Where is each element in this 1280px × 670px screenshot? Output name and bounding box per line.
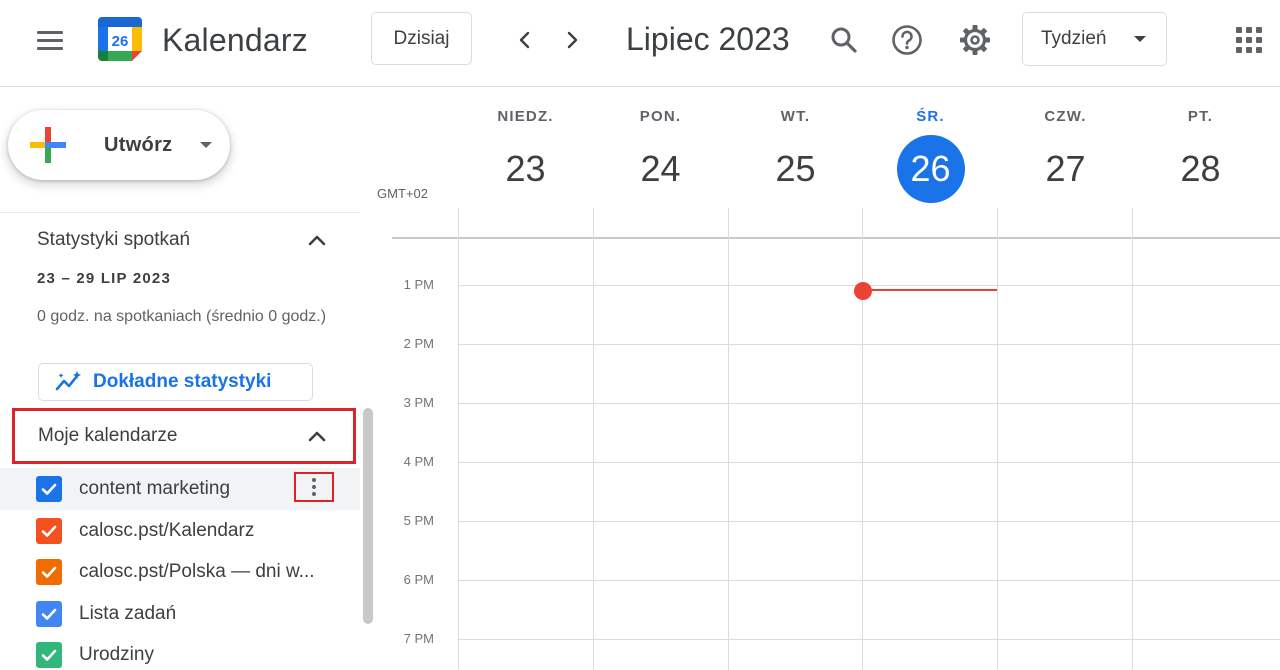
- day-name: CZW.: [1044, 108, 1087, 125]
- current-time-line: [863, 289, 997, 291]
- day-header: PT. 28: [1133, 105, 1268, 203]
- caret-down-icon: [200, 142, 212, 148]
- detailed-stats-button[interactable]: Dokładne statystyki: [38, 363, 313, 401]
- hour-label: 5 PM: [403, 513, 434, 528]
- day-number[interactable]: 24: [627, 135, 695, 203]
- day-column-divider: [1132, 208, 1133, 670]
- hour-line: [458, 403, 1280, 404]
- calendar-item[interactable]: calosc.pst/Kalendarz: [0, 510, 360, 552]
- sidebar-divider: [0, 212, 360, 213]
- hour-label: 2 PM: [403, 336, 434, 351]
- day-number[interactable]: 26: [896, 135, 965, 203]
- week-grid[interactable]: 1 PM 2 PM 3 PM 4 PM 5 PM 6 PM 7 PM: [392, 208, 1280, 670]
- gear-icon[interactable]: [954, 19, 996, 61]
- all-day-separator: [392, 237, 1280, 239]
- calendar-item-label: calosc.pst/Polska — dni w...: [79, 561, 315, 582]
- plus-icon: [30, 127, 66, 163]
- hour-line: [458, 580, 1280, 581]
- hour-label: 3 PM: [403, 395, 434, 410]
- hour-line: [458, 462, 1280, 463]
- logo-day-number: 26: [112, 33, 129, 50]
- hour-line: [458, 521, 1280, 522]
- day-name: PON.: [639, 108, 682, 125]
- day-name: PT.: [1187, 108, 1214, 125]
- app-title: Kalendarz: [162, 22, 308, 58]
- day-column-divider: [997, 208, 998, 670]
- calendar-item[interactable]: Urodziny: [0, 634, 360, 670]
- day-column-divider: [728, 208, 729, 670]
- chevron-up-icon[interactable]: [305, 228, 329, 252]
- create-button[interactable]: Utwórz: [8, 110, 230, 180]
- day-number[interactable]: 28: [1167, 135, 1235, 203]
- meeting-stats-summary: 0 godz. na spotkaniach (średnio 0 godz.): [37, 308, 327, 325]
- chevron-right-icon[interactable]: [554, 22, 590, 58]
- hour-label: 4 PM: [403, 454, 434, 469]
- calendar-item[interactable]: calosc.pst/Polska — dni w...: [0, 551, 360, 593]
- calendar-item-label: calosc.pst/Kalendarz: [79, 520, 255, 541]
- view-select[interactable]: Tydzień: [1022, 12, 1167, 66]
- day-name: WT.: [780, 108, 811, 125]
- checkbox-checked-icon[interactable]: [36, 518, 62, 544]
- day-name: ŚR.: [916, 108, 945, 125]
- chevron-left-icon[interactable]: [507, 22, 543, 58]
- day-header: PON. 24: [593, 105, 728, 203]
- day-header: WT. 25: [728, 105, 863, 203]
- current-time-dot: [854, 282, 872, 300]
- today-button[interactable]: Dzisiaj: [371, 12, 472, 65]
- calendar-item-label: Urodziny: [79, 644, 154, 665]
- detailed-stats-label: Dokładne statystyki: [93, 371, 272, 392]
- day-header: NIEDZ. 23: [458, 105, 593, 203]
- apps-grid-icon[interactable]: [1228, 19, 1270, 61]
- view-select-label: Tydzień: [1041, 28, 1107, 49]
- day-header: CZW. 27: [998, 105, 1133, 203]
- calendar-logo[interactable]: 26: [96, 15, 144, 63]
- day-name: NIEDZ.: [497, 108, 554, 125]
- more-options-icon[interactable]: [294, 472, 334, 502]
- checkbox-checked-icon[interactable]: [36, 476, 62, 502]
- help-icon[interactable]: [886, 19, 928, 61]
- meeting-stats-range: 23 – 29 LIP 2023: [37, 270, 172, 287]
- day-column-divider: [458, 208, 459, 670]
- sidebar-scrollbar[interactable]: [363, 408, 373, 624]
- hour-label: 6 PM: [403, 572, 434, 587]
- meeting-stats-title: Statystyki spotkań: [37, 229, 191, 250]
- checkbox-checked-icon[interactable]: [36, 642, 62, 668]
- day-number[interactable]: 23: [492, 135, 560, 203]
- chevron-up-icon[interactable]: [305, 424, 329, 448]
- timezone-label: GMT+02: [377, 186, 428, 201]
- day-column-divider: [593, 208, 594, 670]
- hour-line: [458, 344, 1280, 345]
- hour-label: 1 PM: [403, 277, 434, 292]
- checkbox-checked-icon[interactable]: [36, 559, 62, 585]
- period-title: Lipiec 2023: [626, 21, 790, 57]
- insights-icon: [55, 371, 81, 391]
- menu-icon[interactable]: [28, 22, 72, 58]
- top-bar: 26 Kalendarz Dzisiaj Lipiec 2023 Tydzień: [0, 0, 1280, 87]
- day-header: ŚR. 26: [863, 105, 998, 203]
- calendar-item[interactable]: Lista zadań: [0, 593, 360, 635]
- caret-down-icon: [1134, 36, 1146, 42]
- hour-label: 7 PM: [403, 631, 434, 646]
- hour-line: [458, 639, 1280, 640]
- day-number[interactable]: 27: [1032, 135, 1100, 203]
- checkbox-checked-icon[interactable]: [36, 601, 62, 627]
- calendar-item-label: Lista zadań: [79, 603, 177, 624]
- day-column-divider: [862, 208, 863, 670]
- search-icon[interactable]: [823, 19, 865, 61]
- calendar-item-label: content marketing: [79, 478, 231, 499]
- create-button-label: Utwórz: [104, 134, 173, 156]
- day-number[interactable]: 25: [762, 135, 830, 203]
- my-calendars-title[interactable]: Moje kalendarze: [38, 425, 177, 447]
